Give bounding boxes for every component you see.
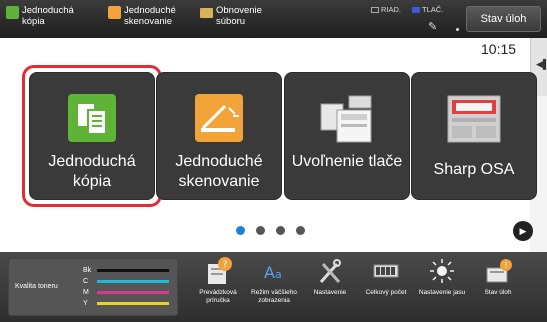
play-arrow-icon: ▶ bbox=[519, 225, 527, 236]
toner-key: M bbox=[83, 289, 89, 296]
status-tlac: TLAČ. bbox=[412, 5, 443, 14]
collapse-arrow-icon: ◀▌ bbox=[536, 59, 547, 69]
operation-guide-label: Prevádzková príručka bbox=[199, 289, 237, 304]
shortcut-file-retrieve[interactable]: Obnovenie súboru bbox=[200, 5, 276, 27]
maintenance-icon: ✎ bbox=[428, 21, 438, 33]
shortcut-label: Jednoduché skenovanie bbox=[124, 5, 176, 27]
folder-icon bbox=[200, 8, 213, 18]
counter-icon bbox=[373, 264, 399, 278]
settings-button[interactable]: Nastavenie bbox=[302, 256, 358, 297]
printer-icon bbox=[320, 95, 372, 143]
page-indicator bbox=[236, 226, 305, 235]
manual-icon: ? bbox=[208, 257, 232, 284]
svg-text:A: A bbox=[264, 263, 275, 282]
job-status-button[interactable]: Stav úloh bbox=[466, 6, 541, 32]
job-status-bottom-button[interactable]: ! Stav úloh bbox=[470, 256, 526, 297]
job-status-button-label: Stav úloh bbox=[480, 13, 527, 25]
svg-text:a: a bbox=[275, 268, 282, 281]
status-box bbox=[371, 6, 379, 13]
status-riad-label: RIAD. bbox=[381, 5, 402, 14]
toner-key: Bk bbox=[83, 267, 92, 274]
toner-row-y: Y bbox=[83, 300, 169, 307]
shortcut-simple-scan[interactable]: Jednoduché skenovanie bbox=[108, 5, 190, 27]
job-status-bottom-label: Stav úloh bbox=[484, 289, 512, 296]
status-tlac-label: TLAČ. bbox=[422, 5, 444, 14]
tile-simple-copy[interactable]: Jednoduchá kópia bbox=[22, 65, 162, 207]
page-dot-3[interactable] bbox=[276, 226, 285, 235]
large-display-mode-button[interactable]: A a Režim väčšieho zobrazenia bbox=[246, 256, 302, 305]
toner-quality-panel[interactable]: Kvalita toneru Bk C M Y bbox=[8, 258, 178, 316]
toner-key: C bbox=[83, 278, 89, 285]
toner-bar-yellow bbox=[97, 302, 169, 305]
toner-bar-magenta bbox=[97, 291, 169, 294]
top-bar: Jednoduchá kópia Jednoduché skenovanie O… bbox=[0, 0, 547, 38]
total-count-label: Celkový počet bbox=[365, 289, 407, 296]
page-dot-4[interactable] bbox=[296, 226, 305, 235]
large-display-mode-label: Režim väčšieho zobrazenia bbox=[251, 289, 297, 304]
operation-guide-button[interactable]: ? Prevádzková príručka bbox=[190, 256, 246, 305]
toner-key: Y bbox=[83, 300, 88, 307]
osa-icon bbox=[447, 95, 501, 143]
total-count-button[interactable]: Celkový počet bbox=[358, 256, 414, 297]
large-text-icon: A a bbox=[264, 263, 282, 282]
tile-print-release[interactable]: Uvoľnenie tlače bbox=[284, 72, 410, 200]
scan-icon bbox=[108, 6, 121, 19]
svg-text:?: ? bbox=[223, 260, 228, 270]
settings-tools-icon bbox=[319, 259, 341, 283]
toner-quality-label: Kvalita toneru bbox=[15, 283, 58, 290]
tile-label: Jednoduchá kópia bbox=[48, 153, 136, 190]
brightness-label: Nastavenie jasu bbox=[418, 289, 466, 296]
tile-label: Sharp OSA bbox=[433, 161, 515, 178]
bottom-bar: Kvalita toneru Bk C M Y ? Prevádzková pr… bbox=[0, 252, 547, 322]
tile-simple-scan[interactable]: Jednoduché skenovanie bbox=[156, 72, 282, 200]
page-dot-1[interactable] bbox=[236, 226, 245, 235]
clock: 10:15 bbox=[481, 41, 517, 57]
settings-label: Nastavenie bbox=[313, 289, 347, 296]
svg-text:!: ! bbox=[504, 261, 507, 270]
brightness-icon bbox=[430, 259, 454, 283]
copy-icon bbox=[6, 6, 19, 19]
shortcut-simple-copy[interactable]: Jednoduchá kópia bbox=[6, 5, 82, 27]
brightness-button[interactable]: Nastavenie jasu bbox=[414, 256, 470, 297]
page-dot-2[interactable] bbox=[256, 226, 265, 235]
status-box bbox=[412, 6, 420, 13]
toner-bar-cyan bbox=[97, 280, 169, 283]
job-status-icon: ! bbox=[486, 259, 512, 283]
shortcut-label: Jednoduchá kópia bbox=[22, 5, 74, 27]
tile-label: Jednoduché skenovanie bbox=[175, 153, 263, 190]
next-page-button[interactable]: ▶ bbox=[513, 221, 533, 241]
scanner-icon bbox=[195, 94, 243, 142]
shortcut-label: Obnovenie súboru bbox=[216, 5, 262, 27]
copy-doc-icon bbox=[68, 94, 116, 142]
toner-row-c: C bbox=[83, 278, 169, 285]
tile-label: Uvoľnenie tlače bbox=[291, 153, 403, 170]
indicator-dot bbox=[456, 28, 459, 31]
toner-row-m: M bbox=[83, 289, 169, 296]
toner-row-bk: Bk bbox=[83, 267, 169, 274]
toner-bar-black bbox=[97, 269, 169, 272]
tile-sharp-osa[interactable]: Sharp OSA bbox=[411, 72, 537, 200]
status-riad: RIAD. bbox=[371, 5, 401, 14]
